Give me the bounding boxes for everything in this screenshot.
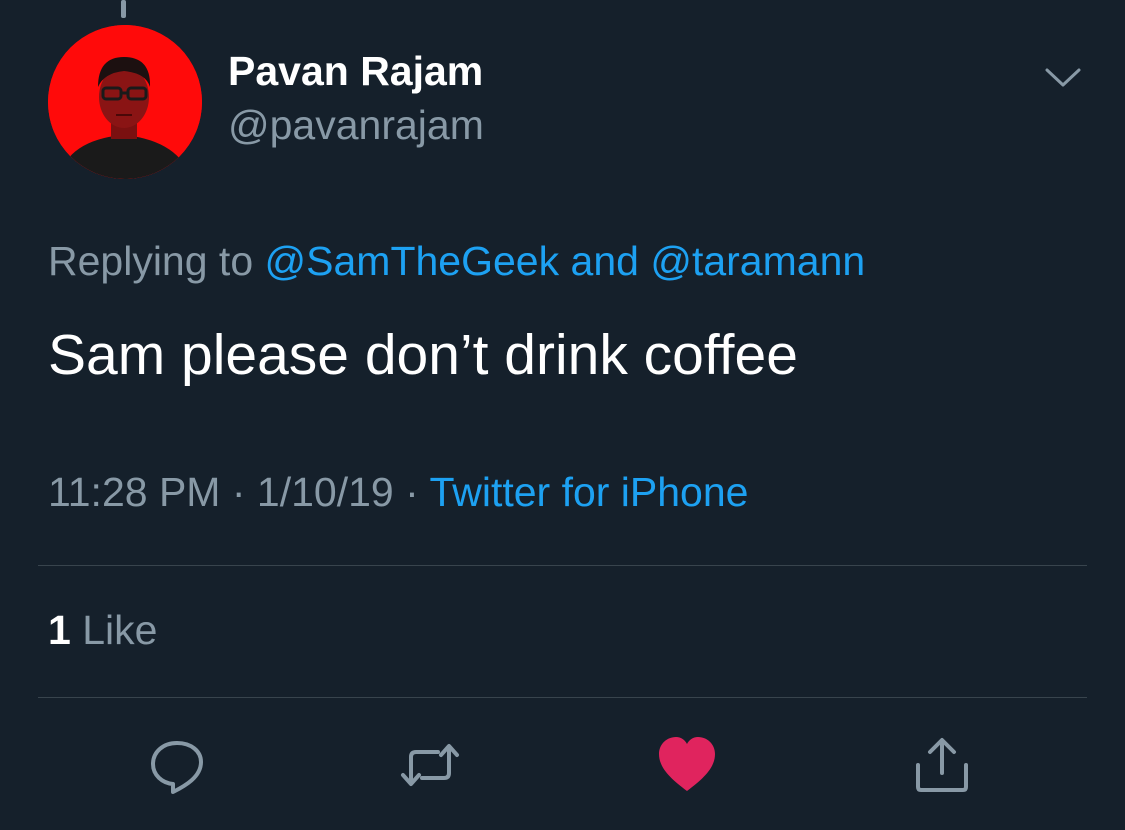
avatar[interactable] [48,25,202,179]
share-button[interactable] [912,735,972,795]
divider [38,565,1087,566]
author-display-name[interactable]: Pavan Rajam [228,48,483,95]
meta-separator: · [405,469,419,515]
tweet-date: 1/10/19 [256,469,394,515]
thread-connector-line [121,0,126,18]
like-button[interactable] [657,735,717,795]
divider [38,697,1087,698]
chevron-down-icon[interactable] [1043,62,1083,92]
reply-icon [151,741,203,794]
heart-icon [659,737,715,791]
like-label: Like [82,607,158,653]
tweet-metadata: 11:28 PM · 1/10/19 · Twitter for iPhone [48,469,748,516]
likes-stat[interactable]: 1 Like [48,607,157,654]
like-count: 1 [48,607,71,653]
replying-to-line: Replying to @SamTheGeek and @taramann [48,238,865,285]
share-icon [916,738,968,792]
tweet-text: Sam please don’t drink coffee [48,323,798,387]
retweet-icon [401,744,459,786]
mention-link-taramann[interactable]: @taramann [650,238,865,284]
tweet-source-link[interactable]: Twitter for iPhone [429,469,748,515]
reply-button[interactable] [147,735,207,795]
tweet-time: 11:28 PM [48,469,221,515]
author-handle[interactable]: @pavanrajam [228,102,484,149]
meta-separator: · [231,469,246,515]
mention-conjunction[interactable]: and [571,238,639,284]
tweet-detail: Pavan Rajam @pavanrajam Replying to @Sam… [0,0,1125,830]
replying-to-label: Replying to [48,238,254,284]
retweet-button[interactable] [400,735,460,795]
mention-link-samthegeek[interactable]: @SamTheGeek [265,238,560,284]
